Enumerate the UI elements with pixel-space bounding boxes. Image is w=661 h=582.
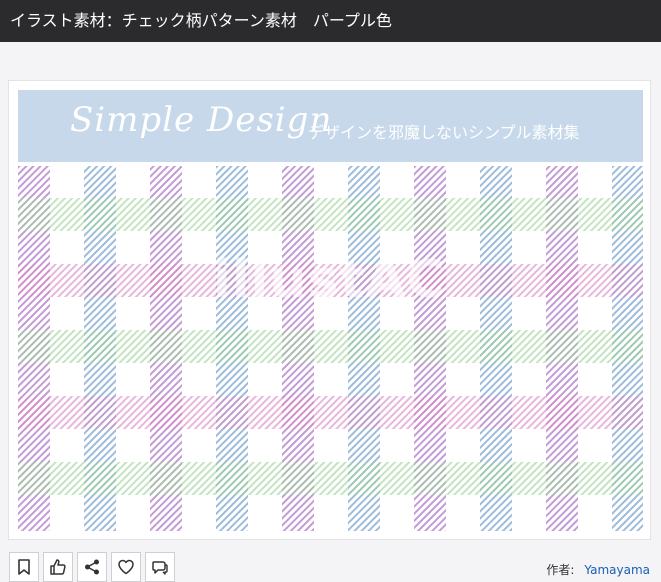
favorite-button[interactable] xyxy=(111,552,141,582)
like-button[interactable] xyxy=(43,552,73,582)
page-title: イラスト素材：チェック柄パターン素材 パープル色 xyxy=(0,0,661,42)
author-info: 作者: Yamayama xyxy=(546,561,650,578)
illustration-card: Simple Design デザインを邪魔しないシンプル素材集 illustAC xyxy=(8,80,651,540)
check-pattern xyxy=(18,166,643,531)
bookmark-button[interactable] xyxy=(9,552,39,582)
banner-script-title: Simple Design xyxy=(70,100,333,140)
illustration-image[interactable]: Simple Design デザインを邪魔しないシンプル素材集 illustAC xyxy=(18,90,643,531)
share-button[interactable] xyxy=(77,552,107,582)
thumbs-up-icon xyxy=(50,559,66,575)
share-icon xyxy=(85,559,99,575)
heart-icon xyxy=(118,559,134,575)
watermark-logo: illustAC xyxy=(213,250,446,310)
author-link[interactable]: Yamayama xyxy=(584,563,650,577)
action-bar xyxy=(9,552,175,582)
comment-button[interactable] xyxy=(145,552,175,582)
author-label: 作者: xyxy=(546,563,575,577)
banner-subtitle: デザインを邪魔しないシンプル素材集 xyxy=(308,123,580,142)
design-banner: Simple Design デザインを邪魔しないシンプル素材集 xyxy=(18,90,643,162)
comment-icon xyxy=(152,561,168,575)
bookmark-icon xyxy=(18,559,30,575)
